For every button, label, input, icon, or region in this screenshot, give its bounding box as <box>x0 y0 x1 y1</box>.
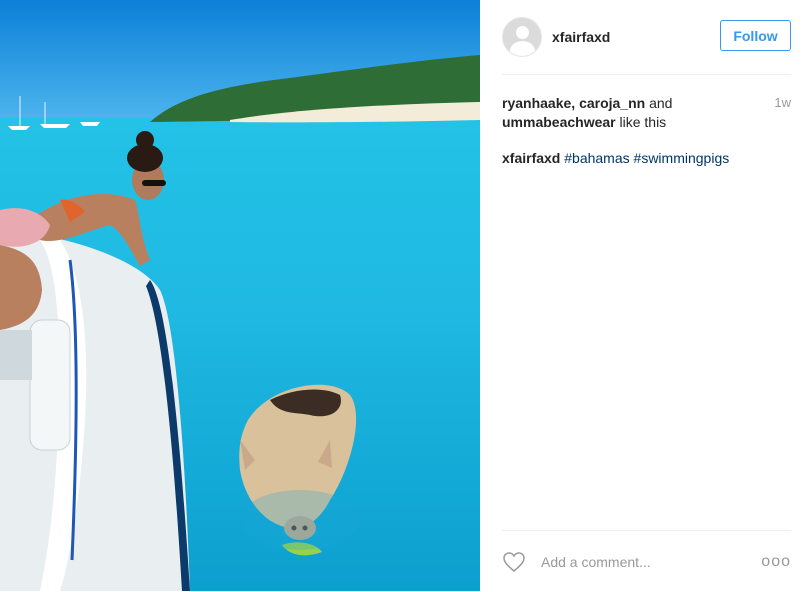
hashtag-link[interactable]: #bahamas <box>564 150 629 166</box>
post-photo[interactable] <box>0 0 480 591</box>
heart-icon[interactable] <box>502 551 526 573</box>
likes-separator: , <box>571 95 580 111</box>
likes-and: and <box>645 95 673 111</box>
liker-username[interactable]: caroja_nn <box>579 95 645 111</box>
likes-suffix: like this <box>615 114 667 130</box>
follow-button[interactable]: Follow <box>720 20 791 51</box>
post-sidebar: xfairfaxd Follow ryanhaake, caroja_nn an… <box>480 0 808 591</box>
more-options-icon[interactable]: ooo <box>761 553 791 571</box>
liker-username[interactable]: ryanhaake <box>502 95 571 111</box>
post-photo-image <box>0 0 480 591</box>
avatar-head-shape <box>516 26 529 39</box>
avatar-body-shape <box>510 41 535 56</box>
post-timestamp[interactable]: 1w <box>774 95 791 110</box>
liker-username[interactable]: ummabeachwear <box>502 114 616 130</box>
post-author-username[interactable]: xfairfaxd <box>552 29 610 45</box>
add-comment-input[interactable]: Add a comment... <box>541 554 761 570</box>
post-caption: xfairfaxd #bahamas #swimmingpigs <box>502 150 729 166</box>
likes-summary: ryanhaake, caroja_nn and ummabeachwear l… <box>502 94 762 132</box>
hashtag-link[interactable]: #swimmingpigs <box>634 150 730 166</box>
post-footer: Add a comment... ooo <box>502 530 791 592</box>
caption-author[interactable]: xfairfaxd <box>502 150 560 166</box>
post-header: xfairfaxd Follow <box>502 0 791 75</box>
avatar[interactable] <box>502 17 542 57</box>
instagram-post: xfairfaxd Follow ryanhaake, caroja_nn an… <box>0 0 808 591</box>
